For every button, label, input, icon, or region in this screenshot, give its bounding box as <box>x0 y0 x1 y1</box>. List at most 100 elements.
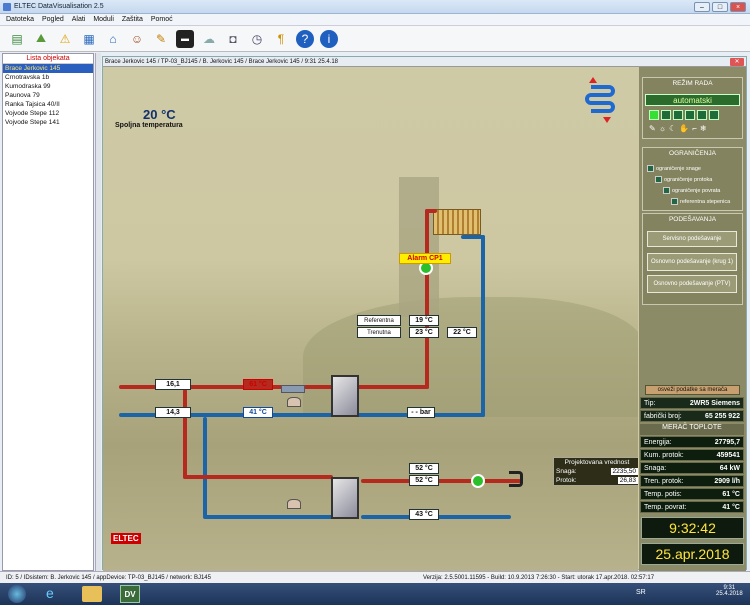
menu-pomoc[interactable]: Pomoć <box>151 16 173 23</box>
sun-icon[interactable]: ☼ <box>659 124 669 133</box>
menu-zastita[interactable]: Zaštita <box>122 16 143 23</box>
help-icon[interactable]: ? <box>296 29 314 48</box>
mode-indicator[interactable] <box>649 110 659 120</box>
mode-indicator[interactable] <box>685 110 695 120</box>
object-list-item[interactable]: Brace Jerkovic 145 <box>3 64 93 73</box>
app-icon <box>3 3 11 11</box>
manual-icon[interactable]: ✎ <box>649 124 659 133</box>
snow-icon[interactable]: ❄ <box>700 124 710 133</box>
panel-splitter[interactable] <box>95 53 101 571</box>
object-list-item[interactable]: Kumodraska 99 <box>3 82 93 91</box>
taskbar-clock[interactable]: 9:31 25.4.2018 <box>716 585 743 597</box>
reading-row: Temp. potis: 61 °C <box>640 488 744 500</box>
pipe-return-riser <box>481 235 485 417</box>
control-valve-heating-icon <box>287 397 301 407</box>
menu-alati[interactable]: Alati <box>72 16 86 23</box>
off-icon[interactable]: ⌐ <box>692 124 700 133</box>
users-icon[interactable]: ☺ <box>128 30 146 48</box>
hand-icon[interactable]: ✋ <box>679 124 692 133</box>
object-list-panel: Lista objekata Brace Jerkovic 145 Crnotr… <box>2 53 94 571</box>
cloud-icon[interactable]: ☁ <box>200 30 218 48</box>
house-icon[interactable]: ⌂ <box>104 30 122 48</box>
meter-icon[interactable]: ▬ <box>176 29 194 48</box>
heating-curve-icon[interactable] <box>583 77 617 127</box>
clock-icon[interactable]: ◷ <box>248 30 266 48</box>
language-indicator[interactable]: SR <box>636 589 646 596</box>
map-icon[interactable]: ⛰ <box>32 30 50 48</box>
reading-value: 459541 <box>716 452 740 459</box>
menu-datoteka[interactable]: Datoteka <box>6 16 34 23</box>
reading-row: Temp. povrat: 41 °C <box>640 501 744 513</box>
moon-icon[interactable]: ☾ <box>669 124 679 133</box>
refresh-meter-button[interactable]: osveži podatke sa merača <box>645 385 740 395</box>
date-display: 25.apr.2018 <box>641 543 744 565</box>
projected-title: Projektovana vrednost <box>564 459 630 466</box>
return-temp: 22 °C <box>447 327 477 338</box>
pipe-dhw-supply <box>361 479 521 483</box>
book-icon[interactable]: ▦ <box>80 30 98 48</box>
object-list-item[interactable]: Paunova 79 <box>3 91 93 100</box>
pipe-dhw-primary-supply <box>183 475 333 479</box>
projected-values-panel: Projektovana vrednost Snaga: 2235,50 Prot… <box>553 457 638 486</box>
object-list-item[interactable]: Vojvode Stepe 141 <box>3 118 93 127</box>
mode-indicator[interactable] <box>709 110 719 120</box>
radiator-icon <box>433 209 481 235</box>
reading-label: Temp. povrat: <box>644 504 687 511</box>
projected-row: Protok: 26,83 <box>554 476 638 485</box>
object-list-item[interactable]: Crnotravska 1b <box>3 73 93 82</box>
browser-icon[interactable]: e <box>46 585 66 603</box>
reading-value: 61 °C <box>722 491 740 498</box>
heat-exchanger-dhw <box>331 477 359 519</box>
heat-meter-title: MERAČ TOPLOTE <box>640 424 744 435</box>
child-close-button[interactable]: ✕ <box>730 58 744 66</box>
pressure-value: - - bar <box>407 407 435 418</box>
reading-value: 27795,7 <box>714 439 740 446</box>
meter-number-value: 65 255 922 <box>704 413 740 420</box>
secondary-return-temp: 41 °C <box>243 407 273 418</box>
key-icon[interactable]: ¶ <box>272 30 290 48</box>
info-icon[interactable]: i <box>320 29 338 48</box>
limits-title: OGRANIČENJA <box>669 150 716 157</box>
primary-return-value: 14,3 <box>155 407 191 418</box>
warning-icon[interactable]: ⚠ <box>56 30 74 48</box>
pipe-supply-riser <box>425 209 429 389</box>
window-titlebar: ELTEC DataVisualisation 2.5 – □ × <box>0 0 750 14</box>
chart-icon[interactable]: ▤ <box>8 30 26 48</box>
app-taskbar-button[interactable]: DV <box>120 585 140 603</box>
meter-type-value: 2WR5 Siemens <box>689 400 740 407</box>
mode-indicator[interactable] <box>661 110 671 120</box>
start-button[interactable] <box>8 585 26 603</box>
limit-return: ograničenje povrata <box>663 187 720 194</box>
status-text: ID: 5 / IDsistem: B. Jerkovic 145 / appD… <box>6 575 211 581</box>
tap-icon <box>509 471 523 487</box>
dhw-temp-1: 52 °C <box>409 463 439 474</box>
limit-power: ograničenje snage <box>647 165 701 172</box>
menu-pogled[interactable]: Pogled <box>42 16 64 23</box>
mode-indicator[interactable] <box>697 110 707 120</box>
maximize-button[interactable]: □ <box>712 2 728 12</box>
pen-icon[interactable]: ✎ <box>152 30 170 48</box>
reading-row: Snaga: 64 kW <box>640 462 744 474</box>
close-button[interactable]: × <box>730 2 746 12</box>
reading-label: Snaga: <box>644 465 667 472</box>
folder-icon[interactable] <box>82 586 102 602</box>
menu-moduli[interactable]: Moduli <box>93 16 114 23</box>
control-panel: REŽIM RADA automatski ✎☼☾✋⌐❄ OGRANIČENJA… <box>639 67 746 571</box>
basic-settings-dhw-button[interactable]: Osnovno podešavanje (PTV) <box>647 275 737 293</box>
mode-indicator[interactable] <box>673 110 683 120</box>
object-list-item[interactable]: Ranka Tajsica 40/II <box>3 100 93 109</box>
reading-label: Temp. potis: <box>644 491 682 498</box>
outside-temp-label: Spoljna temperatura <box>115 122 183 129</box>
database-icon[interactable]: ◘ <box>224 30 242 48</box>
pipe-supply-top <box>425 209 437 213</box>
projected-value: 26,83 <box>617 477 638 484</box>
status-bar: ID: 5 / IDsistem: B. Jerkovic 145 / appD… <box>0 571 750 583</box>
basic-settings-circuit1-button[interactable]: Osnovno podešavanje (krug 1) <box>647 253 737 271</box>
alarm-cp1-badge[interactable]: Alarm CP1 <box>399 253 451 264</box>
object-list-item[interactable]: Vojvode Stepe 112 <box>3 109 93 118</box>
minimize-button[interactable]: – <box>694 2 710 12</box>
service-settings-button[interactable]: Servisno podešavanje <box>647 231 737 247</box>
current-temp: 23 °C <box>409 327 439 338</box>
pump-dhw-icon[interactable] <box>471 474 485 488</box>
window-title: ELTEC DataVisualisation 2.5 <box>14 3 104 10</box>
